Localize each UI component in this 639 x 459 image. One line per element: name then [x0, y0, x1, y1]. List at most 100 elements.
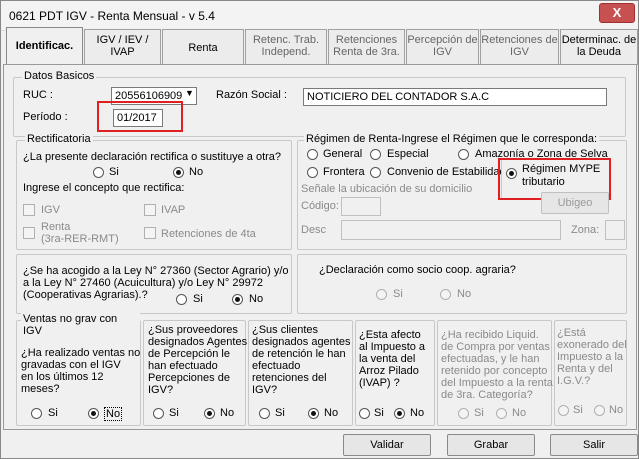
group-title: Ventas no grav con IGV	[21, 313, 140, 337]
regimen-convenio-radio[interactable]	[370, 167, 381, 178]
regimen-amazonia-radio[interactable]	[458, 149, 469, 160]
exonerado-no-label: No	[609, 404, 624, 416]
ubicacion-label: Señale la ubicación de su domicilio	[301, 183, 473, 195]
text-line: al Impuesto a	[359, 341, 426, 353]
liquidacion-si-radio[interactable]	[458, 408, 469, 419]
periodo-label: Período :	[23, 111, 68, 123]
tab-retenciones-renta-3ra[interactable]: Retenciones Renta de 3ra.	[328, 29, 405, 65]
retenciones-question: ¿Sus clientes designados agentes de rete…	[252, 324, 350, 396]
percepciones-no-label: No	[220, 407, 235, 419]
percepciones-no-radio[interactable]	[204, 408, 215, 419]
ventas-no-radio[interactable]	[88, 408, 99, 419]
text-line: del Impuesto a la renta	[441, 377, 553, 389]
razon-social-field[interactable]: NOTICIERO DEL CONTADOR S.A.C	[303, 88, 607, 106]
text-line: retenido por concepto	[441, 365, 548, 377]
socio-no-label: No	[457, 288, 472, 300]
chevron-down-icon[interactable]: ▼	[185, 88, 194, 98]
text-line: Percepciones de	[148, 372, 230, 384]
ivap-no-radio[interactable]	[394, 408, 405, 419]
rectifica-si-label: Si	[109, 166, 119, 178]
text-line: efectuadas, y le han	[441, 353, 540, 365]
tab-percepcion-igv[interactable]: Percepción de IGV	[406, 29, 479, 65]
tab-retenc-trab-independ[interactable]: Retenc. Trab. Independ.	[245, 29, 327, 65]
text-line: de retención le han	[252, 348, 346, 360]
text-line: ¿Ha recibido Liquid.	[441, 329, 539, 341]
text-line: I.G.V.?	[557, 375, 591, 387]
grabar-label: Grabar	[473, 439, 509, 451]
ley-question-l1: ¿Se ha acogido a la Ley N° 27360 (Sector…	[23, 265, 289, 277]
tab-retenciones-igv[interactable]: Retenciones de IGV	[480, 29, 559, 65]
regimen-frontera-label: Frontera	[323, 166, 365, 178]
text-line: IGV?	[148, 384, 174, 396]
text-line: efectuado	[252, 360, 301, 372]
validar-button[interactable]: Validar	[343, 434, 431, 456]
ley-question-l2: a la Ley N° 27460 (Acuicultura) y/o Ley …	[23, 277, 263, 289]
ubigeo-button[interactable]: Ubigeo	[541, 192, 609, 214]
tab-label: Percepción de IGV	[407, 34, 478, 58]
tab-label: Retenciones de IGV	[481, 34, 558, 58]
ventas-no-label: No	[104, 407, 123, 421]
tab-label: Retenciones Renta de 3ra.	[333, 34, 400, 58]
renta-checkbox[interactable]	[23, 227, 35, 239]
ivap-question: ¿Esta afecto al Impuesto a la venta del …	[359, 329, 425, 389]
text-line: ¿Sus proveedores	[148, 324, 238, 336]
text-line: Impuesto a la	[557, 351, 624, 363]
salir-button[interactable]: Salir	[550, 434, 638, 456]
validar-label: Validar	[370, 439, 404, 451]
liquidacion-no-radio[interactable]	[496, 408, 507, 419]
retenciones-no-radio[interactable]	[308, 408, 319, 419]
igv-label: IGV	[41, 204, 60, 216]
ivap-checkbox[interactable]	[144, 204, 156, 216]
retenciones-4ta-checkbox[interactable]	[144, 227, 156, 239]
tab-label: IGV / IEV / IVAP	[96, 34, 149, 58]
rectifica-si-radio[interactable]	[93, 167, 104, 178]
ivap-si-radio[interactable]	[359, 408, 370, 419]
regimen-convenio-label: Convenio de Estabilidad	[387, 166, 506, 178]
igv-checkbox[interactable]	[23, 204, 35, 216]
close-button[interactable]: X	[599, 3, 635, 23]
ley-si-radio[interactable]	[176, 294, 187, 305]
rectifica-no-label: No	[189, 166, 204, 178]
exonerado-si-radio[interactable]	[558, 405, 569, 416]
group-title: Rectificatoria	[25, 133, 93, 145]
retenciones-4ta-label: Retenciones de 4ta	[161, 228, 256, 240]
title-bar: 0621 PDT IGV - Renta Mensual - v 5.4 X	[1, 1, 638, 31]
desc-label: Desc	[301, 224, 327, 236]
desc-field[interactable]	[341, 220, 561, 240]
percepciones-si-radio[interactable]	[153, 408, 164, 419]
tab-label: Retenc. Trab. Independ.	[252, 34, 320, 58]
ventas-si-radio[interactable]	[31, 408, 42, 419]
text-line: ¿Esta afecto	[359, 329, 421, 341]
ventas-question: ¿Ha realizado ventas no gravadas con el …	[21, 347, 140, 395]
socio-si-radio[interactable]	[376, 289, 387, 300]
tab-label: Determinac. de la Deuda	[561, 34, 637, 58]
regimen-especial-radio[interactable]	[370, 149, 381, 160]
socio-no-radio[interactable]	[440, 289, 451, 300]
exonerado-si-label: Si	[573, 404, 583, 416]
tab-renta[interactable]: Renta	[162, 29, 244, 65]
retenciones-si-radio[interactable]	[259, 408, 270, 419]
ley-no-radio[interactable]	[232, 294, 243, 305]
tab-igv-iev-ivap[interactable]: IGV / IEV / IVAP	[84, 29, 161, 65]
liquidacion-si-label: Si	[474, 407, 484, 419]
rectifica-no-radio[interactable]	[173, 167, 184, 178]
zona-field[interactable]	[605, 220, 625, 240]
retenciones-si-label: Si	[275, 407, 285, 419]
percepciones-question: ¿Sus proveedores designados Agentes de P…	[148, 324, 247, 396]
exonerado-no-radio[interactable]	[594, 405, 605, 416]
text-line: retenciones del	[252, 372, 327, 384]
ivap-si-label: Si	[374, 407, 384, 419]
text-line: Renta y del	[557, 363, 613, 375]
text-line: designados agentes	[252, 336, 351, 348]
tab-identificacion[interactable]: Identificac.	[6, 27, 83, 65]
tab-determinac-deuda[interactable]: Determinac. de la Deuda	[560, 29, 638, 65]
text-line: en los últimos 12	[21, 371, 104, 383]
regimen-general-radio[interactable]	[307, 149, 318, 160]
codigo-field[interactable]	[341, 197, 381, 216]
grabar-button[interactable]: Grabar	[447, 434, 535, 456]
text-line: la venta del	[359, 353, 416, 365]
text-line: ¿Sus clientes	[252, 324, 319, 336]
regimen-frontera-radio[interactable]	[307, 167, 318, 178]
codigo-label: Código:	[301, 200, 339, 212]
liquidacion-question: ¿Ha recibido Liquid. de Compra por venta…	[441, 329, 553, 401]
